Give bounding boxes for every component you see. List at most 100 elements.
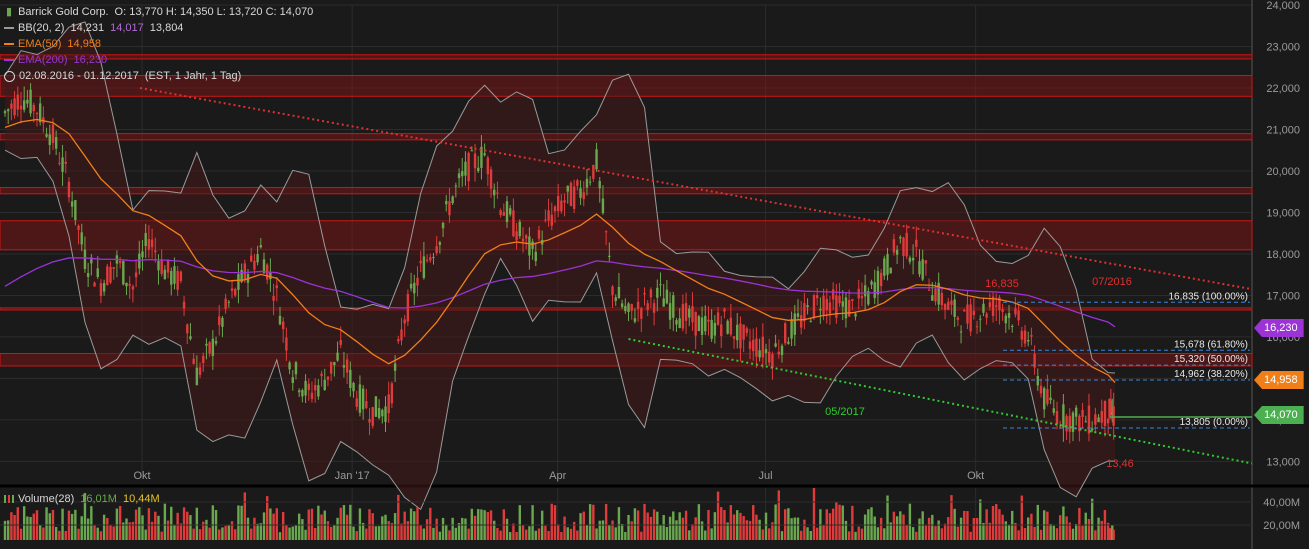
candle[interactable] bbox=[1011, 325, 1014, 327]
volume-bar[interactable] bbox=[336, 517, 339, 540]
candle[interactable] bbox=[189, 336, 192, 340]
volume-bar[interactable] bbox=[582, 511, 585, 540]
candle[interactable] bbox=[1042, 388, 1046, 410]
volume-bar[interactable] bbox=[96, 527, 99, 540]
candle[interactable] bbox=[313, 385, 317, 391]
volume-bar[interactable] bbox=[841, 505, 844, 540]
candle[interactable] bbox=[291, 377, 294, 383]
volume-bar[interactable] bbox=[345, 514, 349, 540]
candle[interactable] bbox=[192, 358, 195, 365]
candle[interactable] bbox=[572, 186, 576, 209]
volume-bar[interactable] bbox=[617, 507, 621, 540]
volume-bar[interactable] bbox=[265, 496, 269, 540]
candle[interactable] bbox=[815, 295, 819, 299]
volume-bar[interactable] bbox=[1100, 520, 1103, 540]
candle[interactable] bbox=[620, 303, 624, 307]
volume-bar[interactable] bbox=[601, 520, 605, 540]
volume-bar[interactable] bbox=[847, 531, 851, 540]
candle[interactable] bbox=[921, 259, 924, 280]
candle[interactable] bbox=[624, 305, 627, 312]
candle[interactable] bbox=[582, 192, 585, 200]
volume-bar[interactable] bbox=[77, 528, 80, 540]
volume-bar[interactable] bbox=[384, 514, 387, 540]
candle[interactable] bbox=[969, 304, 972, 332]
candle[interactable] bbox=[493, 189, 496, 196]
volume-bar[interactable] bbox=[182, 507, 186, 540]
volume-bar[interactable] bbox=[793, 517, 796, 540]
candle[interactable] bbox=[700, 317, 704, 335]
volume-bar[interactable] bbox=[493, 520, 496, 540]
volume-bar[interactable] bbox=[176, 512, 179, 540]
candle[interactable] bbox=[723, 308, 726, 312]
volume-bar[interactable] bbox=[115, 508, 119, 540]
volume-bar[interactable] bbox=[694, 517, 697, 540]
volume-bar[interactable] bbox=[202, 521, 205, 540]
candle[interactable] bbox=[966, 304, 969, 324]
candle[interactable] bbox=[195, 367, 199, 386]
candle[interactable] bbox=[186, 324, 189, 334]
candle[interactable] bbox=[202, 355, 205, 363]
candle[interactable] bbox=[122, 261, 125, 285]
volume-bar[interactable] bbox=[29, 516, 32, 540]
volume-bar[interactable] bbox=[943, 523, 947, 540]
volume-bar[interactable] bbox=[777, 490, 781, 540]
volume-bar[interactable] bbox=[272, 513, 275, 540]
candle[interactable] bbox=[390, 383, 394, 404]
candle[interactable] bbox=[672, 295, 675, 318]
volume-bar[interactable] bbox=[883, 528, 886, 540]
volume-bar[interactable] bbox=[528, 526, 531, 540]
candle[interactable] bbox=[1112, 406, 1115, 426]
candle[interactable] bbox=[384, 406, 387, 422]
candle[interactable] bbox=[502, 212, 506, 216]
candle[interactable] bbox=[694, 311, 697, 336]
candle[interactable] bbox=[1017, 310, 1020, 321]
volume-legend[interactable]: Volume(28) 16,01M 10,44M bbox=[4, 493, 160, 505]
volume-bar[interactable] bbox=[1065, 516, 1068, 540]
volume-bar[interactable] bbox=[1001, 514, 1004, 540]
volume-bar[interactable] bbox=[393, 513, 397, 540]
volume-bar[interactable] bbox=[752, 505, 755, 540]
volume-bar[interactable] bbox=[467, 528, 470, 540]
volume-bar[interactable] bbox=[294, 525, 298, 540]
candle[interactable] bbox=[739, 323, 742, 349]
candle[interactable] bbox=[214, 341, 218, 344]
candle[interactable] bbox=[633, 318, 637, 322]
volume-bar[interactable] bbox=[6, 520, 10, 540]
candle[interactable] bbox=[697, 316, 701, 332]
candle[interactable] bbox=[109, 266, 112, 283]
candle[interactable] bbox=[617, 287, 621, 299]
candle[interactable] bbox=[250, 255, 253, 262]
candle[interactable] bbox=[99, 283, 103, 297]
candle[interactable] bbox=[515, 231, 518, 241]
candle[interactable] bbox=[163, 269, 167, 280]
volume-bar[interactable] bbox=[505, 518, 509, 540]
candle[interactable] bbox=[64, 161, 67, 164]
volume-bar[interactable] bbox=[1084, 512, 1087, 540]
candle[interactable] bbox=[915, 239, 918, 247]
candle[interactable] bbox=[272, 295, 275, 301]
candle[interactable] bbox=[1004, 315, 1008, 324]
volume-bar[interactable] bbox=[851, 505, 854, 540]
volume-bar[interactable] bbox=[1033, 526, 1036, 540]
candle[interactable] bbox=[435, 246, 438, 253]
candle[interactable] bbox=[611, 286, 614, 296]
volume-bar[interactable] bbox=[10, 512, 13, 540]
candle[interactable] bbox=[224, 298, 227, 309]
volume-bar[interactable] bbox=[457, 523, 461, 540]
volume-bar[interactable] bbox=[681, 517, 685, 540]
candle[interactable] bbox=[336, 352, 339, 361]
candle[interactable] bbox=[112, 267, 115, 269]
candle[interactable] bbox=[646, 303, 649, 310]
candle[interactable] bbox=[457, 173, 461, 179]
volume-bar[interactable] bbox=[1007, 524, 1011, 540]
candle[interactable] bbox=[854, 313, 857, 317]
candle[interactable] bbox=[16, 94, 19, 110]
candle[interactable] bbox=[630, 304, 633, 311]
candle[interactable] bbox=[361, 388, 365, 410]
candle[interactable] bbox=[106, 266, 109, 286]
candle[interactable] bbox=[598, 181, 601, 189]
volume-bar[interactable] bbox=[931, 514, 934, 540]
candle[interactable] bbox=[326, 376, 330, 380]
volume-bar[interactable] bbox=[665, 526, 669, 540]
candle[interactable] bbox=[819, 308, 822, 311]
